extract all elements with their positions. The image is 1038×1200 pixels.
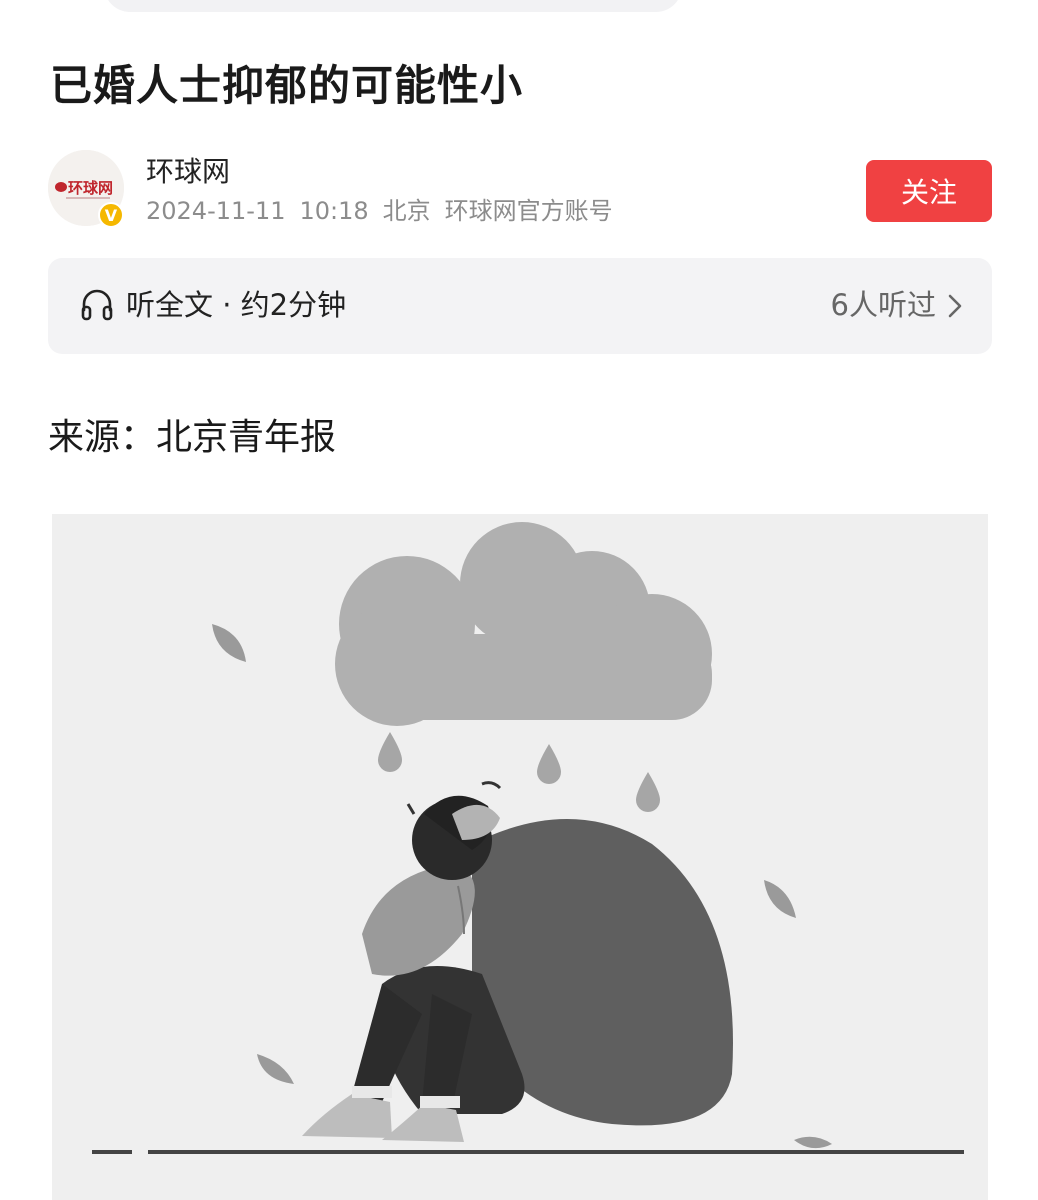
publish-location: 北京 bbox=[382, 197, 431, 225]
listen-label: 听全文 · 约2分钟 bbox=[126, 288, 347, 322]
author-row: 环球网 V 环球网 2024-11-11 10:18 北京 环球网官方账号 关注 bbox=[48, 150, 992, 232]
avatar[interactable]: 环球网 V bbox=[48, 150, 124, 228]
author-name[interactable]: 环球网 bbox=[146, 152, 230, 192]
verified-badge: V bbox=[98, 202, 124, 228]
follow-button[interactable]: 关注 bbox=[866, 160, 992, 222]
headphone-icon bbox=[81, 289, 113, 321]
listen-count: 6人听过 bbox=[830, 288, 936, 322]
publish-date: 2024-11-11 bbox=[146, 197, 286, 225]
article-illustration bbox=[52, 514, 988, 1200]
article-page: 已婚人士抑郁的可能性小 环球网 V 环球网 2024-11-11 10:18 北京环… bbox=[0, 0, 1038, 1200]
listen-full-text-bar[interactable]: 听全文 · 约2分钟 6人听过 bbox=[48, 258, 992, 354]
search-bar-remnant[interactable] bbox=[104, 0, 682, 12]
publish-time: 10:18 bbox=[299, 197, 369, 225]
chevron-right-icon bbox=[948, 294, 962, 318]
sad-person-rain-cloud-illustration bbox=[52, 514, 988, 1200]
avatar-logo-text: 环球网 bbox=[68, 179, 113, 197]
account-type: 环球网官方账号 bbox=[444, 197, 613, 225]
author-meta: 2024-11-11 10:18 北京 环球网官方账号 bbox=[146, 194, 627, 228]
article-title: 已婚人士抑郁的可能性小 bbox=[50, 61, 524, 110]
article-source: 来源：北京青年报 bbox=[48, 417, 337, 458]
